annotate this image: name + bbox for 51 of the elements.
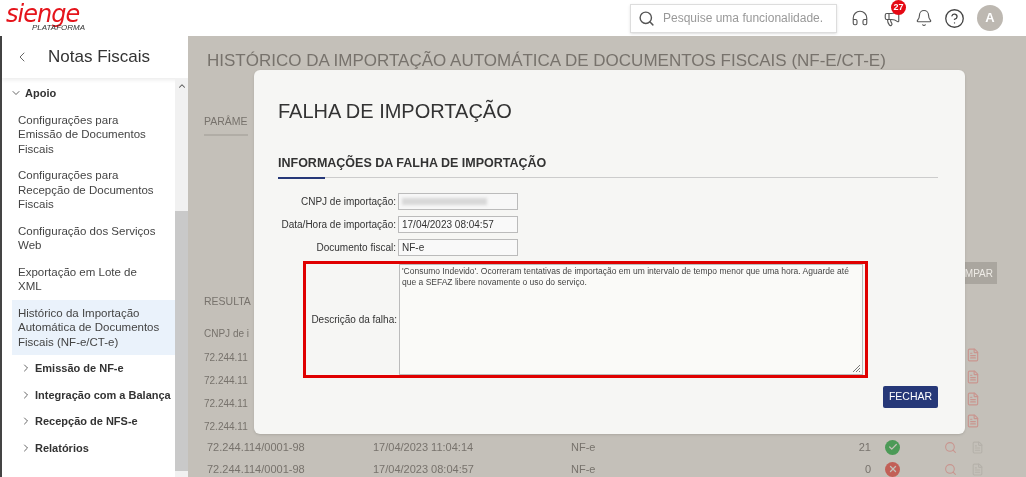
document-icon[interactable]: [966, 392, 980, 406]
document-icon[interactable]: [966, 414, 980, 428]
menu-item[interactable]: Configuração dos Serviços Web: [2, 217, 175, 259]
menu-item[interactable]: Exportação em Lote de XML: [2, 258, 175, 300]
document-icon[interactable]: [966, 348, 980, 362]
logo-subtitle: PLATAFORMA: [32, 24, 86, 32]
field-label: Documento fiscal:: [315, 240, 397, 255]
menu-item[interactable]: Configurações para Emissão de Documentos Fiscais: [2, 106, 175, 162]
bell-icon[interactable]: [915, 9, 933, 27]
notification-badge: 27: [891, 0, 906, 15]
menu-group[interactable]: Recepção de NFS-e: [2, 408, 175, 435]
menu-group[interactable]: Relatórios: [2, 434, 175, 461]
search-icon[interactable]: [944, 462, 957, 476]
section-title: INFORMAÇÕES DA FALHA DE IMPORTAÇÃO: [278, 154, 548, 172]
dialog-title: FALHA DE IMPORTAÇÃO: [278, 98, 513, 124]
help-icon[interactable]: [944, 7, 965, 29]
table-cell-text: 17/04/2023 11:04:14: [373, 439, 475, 455]
menu-item[interactable]: Configurações para Recepção de Documentos Fiscais: [2, 162, 175, 218]
headset-icon[interactable]: [851, 9, 869, 27]
table-cell-text: 72.244.11: [204, 420, 248, 434]
search-icon: [638, 9, 655, 27]
close-button[interactable]: FECHAR: [883, 385, 938, 408]
text-area[interactable]: 'Consumo Indevido'. Ocorreram tentativas de importação em um intervalo de tempo menor que uma hora. Aguarde até que a SEFAZ libere novamente o uso do serviço.: [399, 263, 863, 375]
menu-group[interactable]: Integração com a Balança: [2, 381, 175, 408]
sidebar-title: Notas Fiscais: [48, 46, 151, 69]
search-icon[interactable]: [944, 440, 957, 454]
table-cell-text: 72.244.11: [204, 351, 248, 365]
table-cell-text: 0: [863, 461, 871, 477]
table-cell-text: NF-e: [571, 461, 597, 477]
table-cell-text: 17/04/2023 08:04:57: [373, 461, 475, 477]
scroll-up-icon[interactable]: [176, 81, 187, 91]
table-cell-text: 72.244.11: [204, 374, 248, 388]
input-field[interactable]: 17/04/2023 08:04:57: [398, 215, 518, 233]
field-label: CNPJ de importação:: [299, 194, 397, 209]
table-cell-text: 72.244.114/0001-98: [207, 461, 306, 477]
table-cell-text: 72.244.114/0001-98: [207, 439, 306, 455]
section-heading: RESULTA: [204, 294, 251, 309]
resize-handle-icon[interactable]: [852, 363, 861, 373]
table-cell-text: 72.244.11: [204, 397, 248, 411]
document-icon[interactable]: [966, 370, 980, 384]
table-cell-text: NF-e: [571, 439, 597, 455]
field-label: Data/Hora de importação:: [280, 217, 397, 232]
menu-group[interactable]: Emissão de NF-e: [2, 355, 175, 382]
scrollbar[interactable]: [175, 78, 188, 477]
input-field[interactable]: NF-e: [398, 238, 518, 256]
menu-group[interactable]: Apoio: [2, 80, 175, 107]
search-field[interactable]: Pesquise uma funcionalidade.: [630, 3, 837, 33]
field-label: Descrição da falha:: [310, 312, 398, 327]
menu-item[interactable]: Histórico da Importação Automática de Documentos Fiscais (NF-e/CT-e): [12, 299, 175, 355]
table-cell-text: 21: [857, 439, 871, 455]
page-title: HISTÓRICO DA IMPORTAÇÃO AUTOMÁTICA DE DOCUMENTOS FISCAIS (NF-E/CT-E): [207, 50, 886, 72]
